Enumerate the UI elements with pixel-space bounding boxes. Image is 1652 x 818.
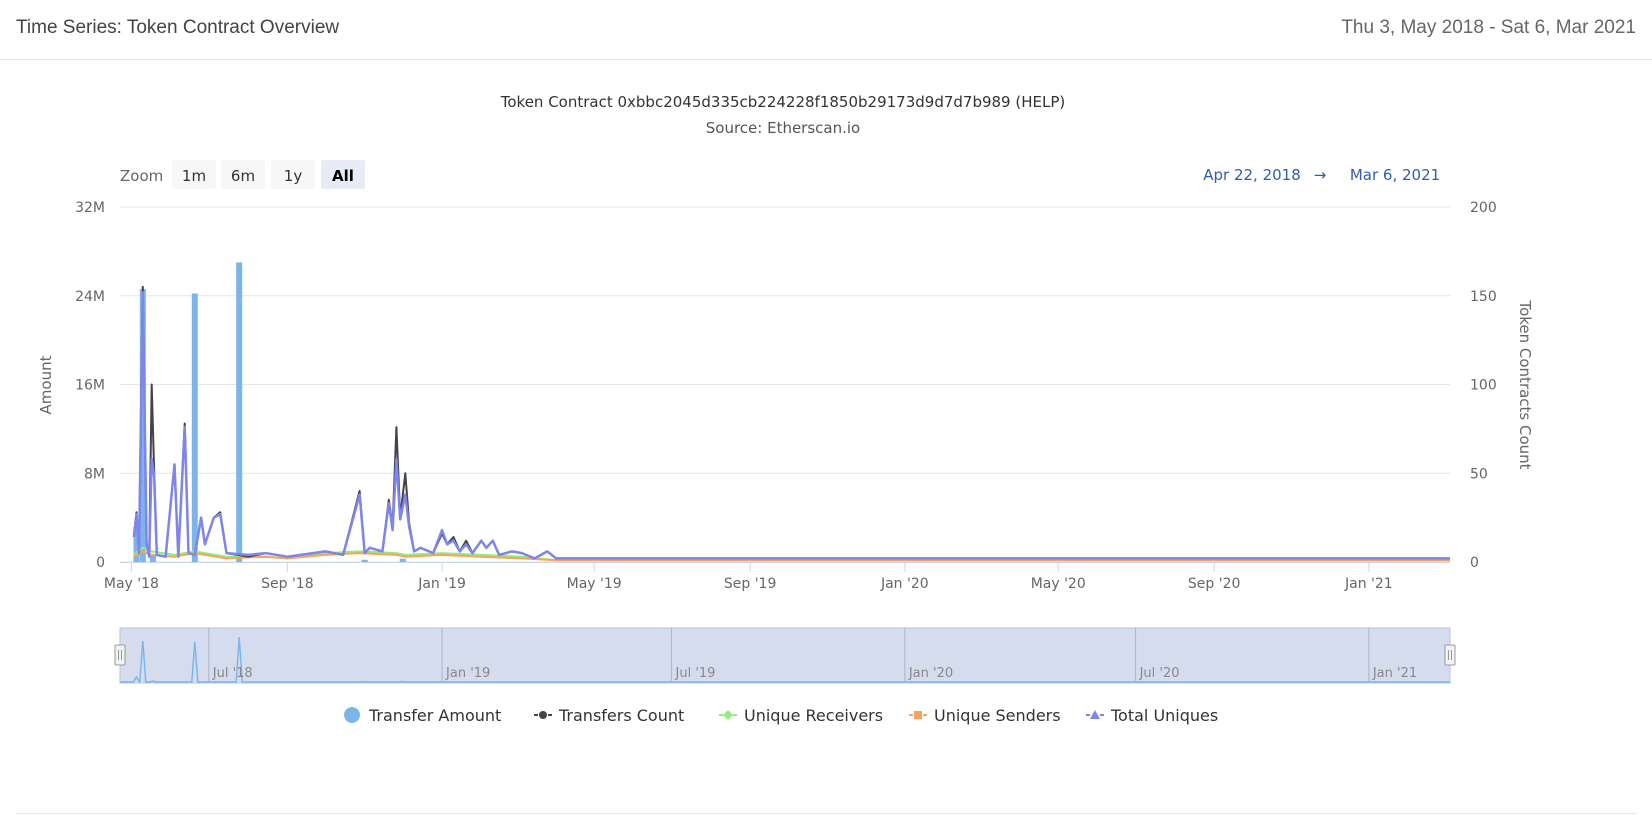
x-tick-label: Sep '20 [1188,576,1241,592]
navigator-mask [119,627,1451,684]
zoom-label: Zoom [120,167,163,185]
total-uniques-line[interactable] [132,290,1450,560]
y-right-tick-label: 150 [1470,289,1497,305]
navigator-tick-label: Jan '20 [908,666,953,681]
zoom-button-1y[interactable]: 1y [271,160,315,189]
zoom-button-1m-label: 1m [182,167,206,185]
range-arrow: → [1314,166,1327,184]
legend-label: Total Uniques [1110,706,1218,725]
y-axis-right-label: Token Contracts Count [1516,299,1534,469]
x-tick-label: Jan '21 [1344,576,1393,592]
legend-item-unique-receivers[interactable]: Unique Receivers [719,706,883,725]
chart-title-group: Token Contract 0xbbc2045d335cb224228f185… [500,93,1065,137]
chart-title: Token Contract 0xbbc2045d335cb224228f185… [500,93,1065,111]
x-tick-label: May '19 [567,576,622,592]
x-tick-label: May '18 [104,576,159,592]
legend: Transfer Amount Transfers Count Unique Rec… [344,706,1218,725]
legend-marker [914,711,922,719]
navigator-handle-right[interactable] [1444,644,1456,666]
legend-label: Unique Senders [934,706,1061,725]
zoom-button-6m-label: 6m [231,167,255,185]
legend-item-transfers-count[interactable]: Transfers Count [534,706,684,725]
chart-subtitle: Source: Etherscan.io [706,119,860,137]
navigator-tick-label: Jul '19 [675,666,716,681]
navigator-tick-label: Jul '18 [212,666,253,681]
chart-svg: Token Contract 0xbbc2045d335cb224228f185… [37,93,1534,725]
legend-label: Transfers Count [558,706,684,725]
range-to[interactable]: Mar 6, 2021 [1350,166,1440,184]
y-right-tick-label: 0 [1470,555,1479,571]
chart-card: Token Contract 0xbbc2045d335cb224228f185… [16,62,1636,814]
legend-marker [344,707,360,723]
x-tick-label: Sep '18 [261,576,314,592]
range-from[interactable]: Apr 22, 2018 [1203,166,1301,184]
transfers-count-line[interactable] [132,285,1450,560]
transfer-amount-bar[interactable] [361,559,368,562]
header-date-range: Thu 3, May 2018 - Sat 6, Mar 2021 [1341,17,1636,38]
transfer-amount-bar[interactable] [236,262,243,562]
y-left-tick-label: 16M [75,378,105,394]
zoom-button-1y-label: 1y [284,167,303,185]
legend-item-unique-senders[interactable]: Unique Senders [909,706,1061,725]
x-tick-label: Sep '19 [724,576,777,592]
transfer-amount-bar[interactable] [149,555,156,562]
transfer-amount-bar[interactable] [191,293,198,562]
zoom-button-6m[interactable]: 6m [221,160,265,189]
page-title: Time Series: Token Contract Overview [16,17,340,38]
navigator-tick-label: Jul '20 [1139,666,1180,681]
y-left-tick-label: 0 [96,555,105,571]
transfer-amount-bar[interactable] [399,558,406,562]
y-left-tick-label: 32M [75,200,105,216]
y-axis-left: 0 8M 16M 24M 32M [75,200,105,571]
navigator-tick-label: Jan '21 [1372,666,1417,681]
legend-marker [539,711,547,719]
y-right-tick-label: 100 [1470,378,1497,394]
x-tick-label: Jan '20 [880,576,929,592]
y-axis-left-label: Amount [37,355,55,414]
y-right-tick-label: 50 [1470,466,1488,482]
page-header: Time Series: Token Contract Overview Thu… [0,0,1652,60]
y-axis-right: 0 50 100 150 200 [1470,200,1497,571]
y-right-tick-label: 200 [1470,200,1497,216]
legend-marker [723,710,733,720]
x-axis: May '18 Sep '18 Jan '19 May '19 Sep '19 Jan '… [104,562,1450,592]
y-left-tick-label: 24M [75,289,105,305]
y-left-tick-label: 8M [84,466,105,482]
legend-label: Unique Receivers [744,706,883,725]
x-tick-label: May '20 [1031,576,1086,592]
legend-marker [1090,710,1100,719]
grid-lines [120,206,1450,563]
navigator-tick-label: Jan '19 [445,666,490,681]
zoom-button-all-label: All [332,167,354,185]
zoom-button-all[interactable]: All [321,160,365,189]
legend-item-transfer-amount[interactable]: Transfer Amount [344,706,501,725]
legend-label: Transfer Amount [368,706,501,725]
legend-item-total-uniques[interactable]: Total Uniques [1086,706,1218,725]
navigator-handle-left[interactable] [114,644,126,666]
range-selector: Zoom 1m 6m 1y All Apr 22, 2018 → Mar 6, … [120,160,1440,189]
x-tick-label: Jan '19 [417,576,466,592]
plot-series [132,262,1450,562]
navigator[interactable]: Jul '18 Jan '19 Jul '19 Jan '20 Jul '20 Jan '… [114,627,1456,684]
zoom-button-1m[interactable]: 1m [172,160,216,189]
